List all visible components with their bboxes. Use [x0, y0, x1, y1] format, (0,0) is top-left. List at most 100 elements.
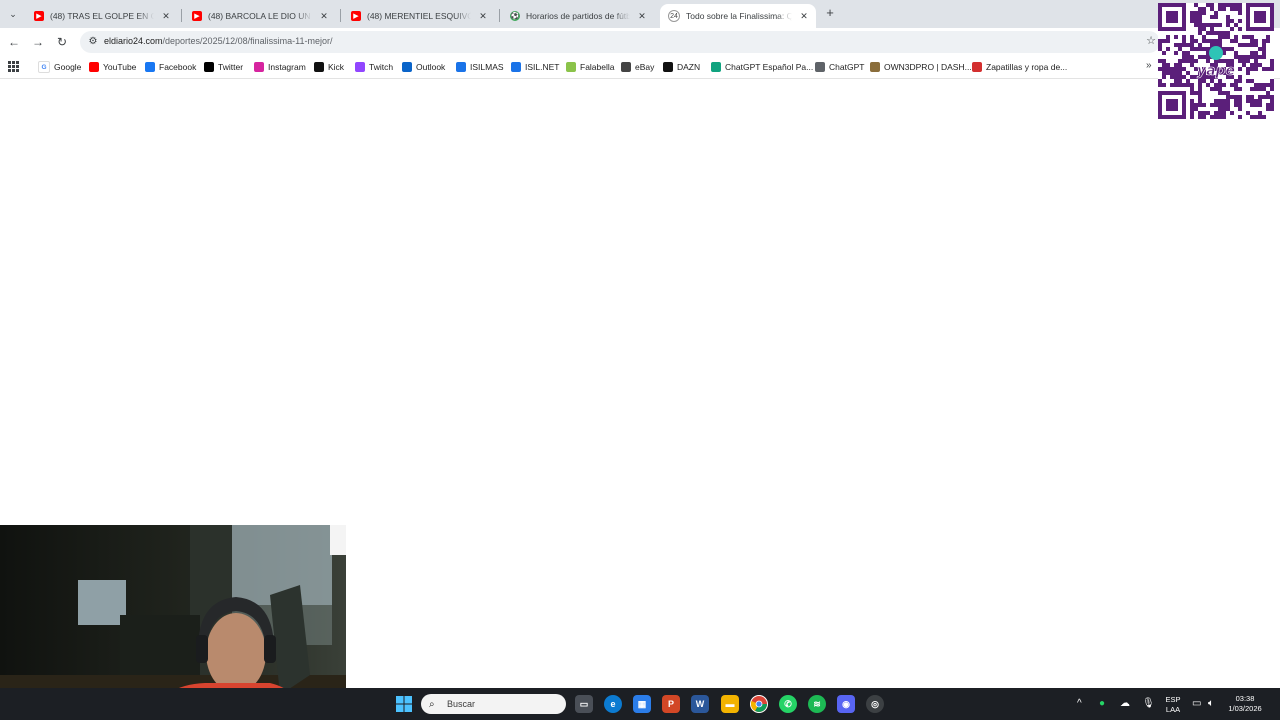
yape-logo-text: yape [1197, 63, 1235, 79]
bookmark-youtube[interactable]: YouTube [89, 60, 136, 74]
instagram-icon [254, 62, 264, 72]
windows-taskbar: ⌕ Buscar ▭ e ▦ P W ▬ ✆ ≋ ◉ ◎ ^ ● ☁ 🎙︎ ES… [0, 688, 1280, 720]
own3d-icon [870, 62, 880, 72]
outlook-icon [402, 62, 412, 72]
language-layout: LAA [1165, 705, 1181, 714]
discord-icon[interactable]: ◉ [837, 695, 855, 713]
youtube-icon: ▶ [351, 11, 361, 21]
clock[interactable]: 03:38 1/03/2026 [1222, 694, 1268, 714]
bookmark-twitch[interactable]: Twitch [355, 60, 393, 74]
file-explorer-icon[interactable]: ▬ [721, 695, 739, 713]
close-icon[interactable]: ✕ [318, 11, 330, 22]
close-icon[interactable]: ✕ [798, 11, 810, 22]
tab-title: (48) TRAS EL GOLPE EN CHAMPIONS [50, 11, 154, 21]
store-app-icon[interactable]: ▦ [633, 695, 651, 713]
language-indicator[interactable]: ESP LAA [1162, 695, 1184, 715]
bookmark-google[interactable]: G Google [38, 60, 81, 74]
word-icon[interactable]: W [691, 695, 709, 713]
spotify-icon[interactable]: ≋ [808, 695, 826, 713]
clock-time: 03:38 [1235, 694, 1255, 703]
close-icon[interactable]: ✕ [160, 11, 172, 22]
bookmark-label: OWN3DPRO | DASH... [884, 62, 972, 72]
taskbar-search-box[interactable]: ⌕ Buscar [421, 694, 566, 714]
tab-youtube-2[interactable]: ▶ (48) BARCOLA LE DIO UN TRIUNFO ✕ [184, 4, 336, 28]
edge-icon[interactable]: e [604, 695, 622, 713]
language-code: ESP [1165, 695, 1181, 704]
tab-youtube-1[interactable]: ▶ (48) TRAS EL GOLPE EN CHAMPIONS ✕ [26, 4, 178, 28]
new-tab-button[interactable]: + [822, 5, 838, 21]
site-settings-icon[interactable]: ⚙ [86, 35, 100, 49]
reload-button[interactable]: ↻ [54, 34, 70, 50]
tab-horarios[interactable]: ⚽ Horarios de partidos de fútbol ✕ [502, 4, 654, 28]
chevron-down-icon: ⌄ [9, 8, 17, 19]
bookmark-isilmas[interactable]: ISILMAS [456, 60, 504, 74]
whatsapp-icon[interactable]: ✆ [779, 695, 797, 713]
search-icon: ⌕ [429, 698, 435, 710]
bookmark-kick[interactable]: Kick [314, 60, 344, 74]
apps-grid-icon[interactable] [8, 61, 19, 72]
bookmark-own3dpro-dash[interactable]: OWN3DPRO | DASH... [870, 60, 972, 74]
task-view-icon[interactable]: ▭ [575, 695, 593, 713]
bookmark-star-icon[interactable]: ☆ [1146, 34, 1156, 47]
bookmark-chatgpt-espa-ol-pa[interactable]: ChatGPT Español Pa... [711, 60, 813, 74]
bookmark-falabella[interactable]: Falabella [566, 60, 615, 74]
youtube-icon: ▶ [192, 11, 202, 21]
isil-icon [511, 62, 521, 72]
tab-title: (48) BARCOLA LE DIO UN TRIUNFO [208, 11, 312, 21]
chrome-icon[interactable] [750, 695, 768, 713]
microphone-icon[interactable]: 🎙︎ [1142, 698, 1155, 709]
cloud-icon[interactable]: ☁ [1120, 698, 1130, 709]
bookmark-outlook[interactable]: Outlook [402, 60, 445, 74]
powerpoint-icon[interactable]: P [662, 695, 680, 713]
futbol-site-icon: ⚽ [510, 11, 520, 21]
speaker-icon[interactable]: 🔈︎ [1208, 698, 1214, 709]
bookmark-label: ISILMAS [470, 62, 504, 72]
browser-toolbar: ← → ↻ ⚙ eldiario24.com/deportes/2025/12/… [0, 28, 1280, 56]
isil-icon [456, 62, 466, 72]
back-button[interactable]: ← [6, 34, 22, 50]
tab-search-button[interactable]: ⌄ [4, 5, 22, 23]
chevron-up-icon[interactable]: ^ [1077, 698, 1082, 709]
bookmark-instagram[interactable]: Instagram [254, 60, 306, 74]
bookmark-label: Facebook [159, 62, 197, 72]
bookmark-zapatillas-y-ropa-de[interactable]: Zapatillas y ropa de... [972, 60, 1067, 74]
start-icon[interactable] [395, 695, 413, 713]
address-bar[interactable]: ⚙ eldiario24.com/deportes/2025/12/08/fin… [80, 31, 1160, 53]
twitch-icon [355, 62, 365, 72]
tab-strip: ⌄ ▶ (48) TRAS EL GOLPE EN CHAMPIONS ✕ ▶ … [0, 0, 1280, 28]
bookmark-dazn[interactable]: DAZN [663, 60, 700, 74]
close-icon[interactable]: ✕ [636, 11, 648, 22]
bookmark-label: ChatGPT [829, 62, 865, 72]
bookmark-label: eBay [635, 62, 655, 72]
chevron-double-right-icon[interactable]: » [1146, 60, 1152, 71]
chatgpt-icon [711, 62, 721, 72]
bookmark-chatgpt[interactable]: ChatGPT [815, 60, 864, 74]
dazn-icon [663, 62, 673, 72]
clock-date: 1/03/2026 [1228, 704, 1262, 713]
bookmark-isil-net[interactable]: ISIL.NET [511, 60, 559, 74]
chrome-beta-icon[interactable]: ◎ [866, 695, 884, 713]
tray-app-icon[interactable]: ● [1099, 698, 1105, 709]
arrow-right-icon: → [32, 35, 44, 49]
arrow-left-icon: ← [8, 35, 20, 49]
bookmark-twitter[interactable]: Twitter [204, 60, 243, 74]
forward-button[interactable]: → [30, 34, 46, 50]
tab-title: Horarios de partidos de fútbol [526, 11, 630, 21]
bookmark-label: Instagram [268, 62, 306, 72]
bookmark-facebook[interactable]: Facebook [145, 60, 196, 74]
display-icon[interactable]: ▭ [1192, 698, 1201, 709]
bookmark-ebay[interactable]: eBay [621, 60, 654, 74]
youtube-icon: ▶ [34, 11, 44, 21]
tab-youtube-3[interactable]: ▶ (48) MERENTIEL ESQUIVÓ LA DERROTA ✕ [343, 4, 495, 28]
tab-separator [181, 9, 182, 22]
bookmark-label: Outlook [416, 62, 446, 72]
qr-code-image: yape [1158, 3, 1274, 119]
yape-qr-code: yape [1158, 3, 1274, 119]
bookmark-label: ISIL.NET [525, 62, 560, 72]
bookmark-label: Kick [328, 62, 345, 72]
bookmark-label: Google [54, 62, 82, 72]
tab-separator [340, 9, 341, 22]
tab-finalissima[interactable]: 24 Todo sobre la Finalissima: Quién ✕ [660, 4, 816, 28]
close-icon[interactable]: ✕ [477, 11, 489, 22]
plus-icon: + [826, 5, 834, 20]
